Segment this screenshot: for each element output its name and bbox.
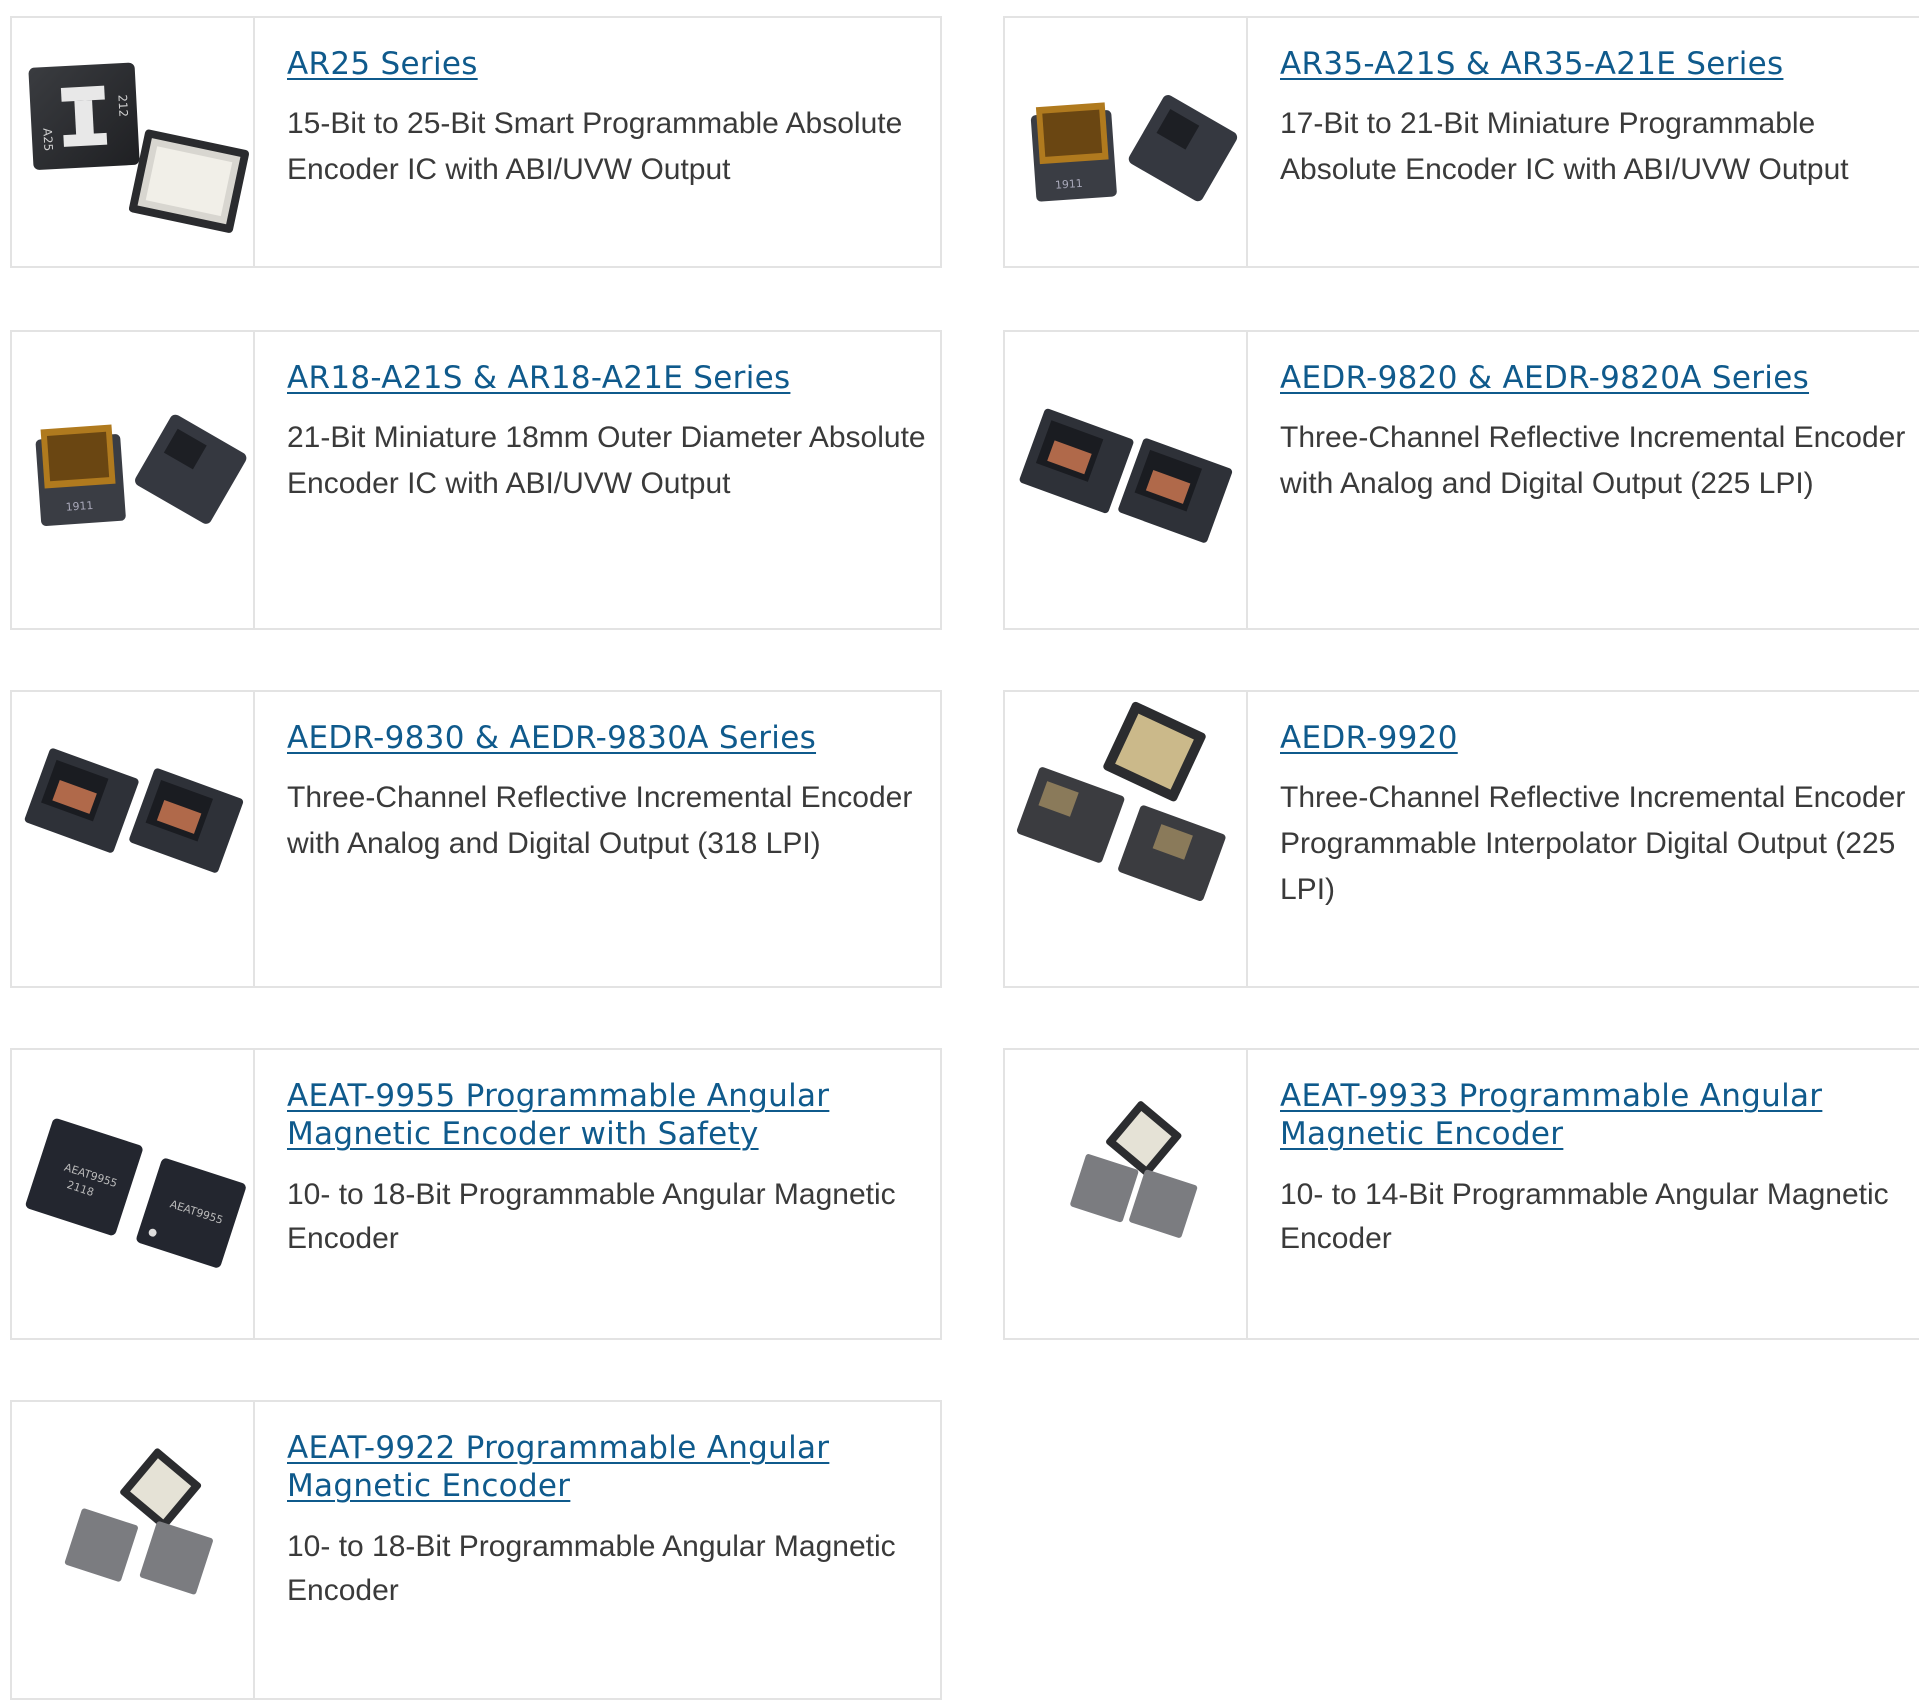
ar18-chip-image[interactable]: 1911	[12, 332, 255, 628]
svg-text:1911: 1911	[65, 499, 93, 514]
aeat-9933-chip-image[interactable]	[1005, 1050, 1248, 1338]
svg-text:1911: 1911	[1055, 177, 1083, 192]
product-description: 10- to 14-Bit Programmable Angular Magne…	[1280, 1178, 1889, 1255]
aedr-9920-chip-image[interactable]	[1005, 692, 1248, 986]
product-card-aedr-9830: AEDR-9830 & AEDR-9830A Series Three-Chan…	[10, 690, 942, 988]
product-card-aeat-9922: AEAT-9922 Programmable Angular Magnetic …	[10, 1400, 942, 1700]
product-title-link[interactable]: AEAT-9955 Programmable Angular Magnetic …	[287, 1077, 930, 1153]
product-description: 21-Bit Miniature 18mm Outer Diameter Abs…	[287, 421, 926, 500]
product-title-link[interactable]: AEAT-9933 Programmable Angular Magnetic …	[1280, 1077, 1919, 1153]
product-title-link[interactable]: AEDR-9820 & AEDR-9820A Series	[1280, 359, 1919, 397]
product-title-link[interactable]: AEDR-9920	[1280, 719, 1919, 757]
product-title-link[interactable]: AR35-A21S & AR35-A21E Series	[1280, 45, 1919, 83]
aeat-9955-chip-image[interactable]: AEAT9955 2118 AEAT9955	[12, 1050, 255, 1338]
product-title-link[interactable]: AEAT-9922 Programmable Angular Magnetic …	[287, 1429, 930, 1505]
product-description: 10- to 18-Bit Programmable Angular Magne…	[287, 1178, 896, 1255]
product-title-link[interactable]: AEDR-9830 & AEDR-9830A Series	[287, 719, 930, 757]
product-card-ar35: 1911 AR35-A21S & AR35-A21E Series 17-Bit…	[1003, 16, 1919, 268]
product-card-ar18: 1911 AR18-A21S & AR18-A21E Series 21-Bit…	[10, 330, 942, 630]
aedr-9830-chip-image[interactable]	[12, 692, 255, 986]
product-card-ar25: A25 212 AR25 Series 15-Bit to 25-Bit Sma…	[10, 16, 942, 268]
ar25-chip-image[interactable]: A25 212	[12, 18, 255, 266]
ar35-chip-image[interactable]: 1911	[1005, 18, 1248, 266]
product-description: 15-Bit to 25-Bit Smart Programmable Abso…	[287, 107, 903, 186]
product-description: 17-Bit to 21-Bit Miniature Programmable …	[1280, 107, 1849, 186]
product-description: Three-Channel Reflective Incremental Enc…	[287, 781, 913, 860]
svg-text:A25: A25	[40, 128, 55, 152]
product-title-link[interactable]: AR25 Series	[287, 45, 930, 83]
svg-text:212: 212	[115, 94, 130, 117]
product-description: Three-Channel Reflective Incremental Enc…	[1280, 781, 1906, 906]
product-card-aedr-9820: AEDR-9820 & AEDR-9820A Series Three-Chan…	[1003, 330, 1919, 630]
product-description: 10- to 18-Bit Programmable Angular Magne…	[287, 1530, 896, 1607]
product-card-aeat-9955: AEAT9955 2118 AEAT9955 AEAT-9955 Program…	[10, 1048, 942, 1340]
product-description: Three-Channel Reflective Incremental Enc…	[1280, 421, 1906, 500]
product-title-link[interactable]: AR18-A21S & AR18-A21E Series	[287, 359, 930, 397]
product-card-aeat-9933: AEAT-9933 Programmable Angular Magnetic …	[1003, 1048, 1919, 1340]
aeat-9922-chip-image[interactable]	[12, 1402, 255, 1698]
product-card-aedr-9920: AEDR-9920 Three-Channel Reflective Incre…	[1003, 690, 1919, 988]
aedr-9820-chip-image[interactable]	[1005, 332, 1248, 628]
